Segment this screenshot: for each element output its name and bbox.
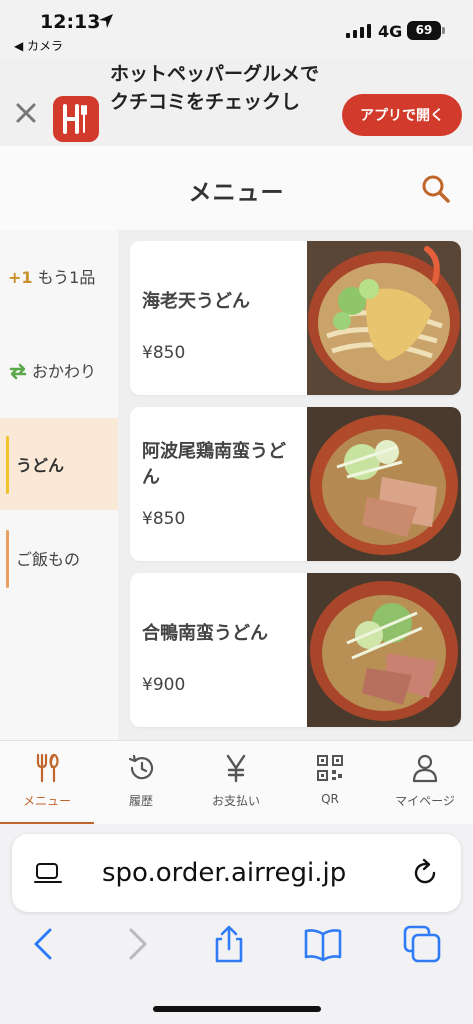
category-item-motto[interactable]: +1 もう1品 <box>0 230 118 322</box>
aigamo-nanban-udon-photo <box>307 573 461 727</box>
status-bar: 12:13 ◀ カメラ 4G 69 <box>0 0 473 58</box>
tab-label: QR <box>321 792 339 806</box>
bottom-tab-bar: メニュー 履歴 お支払い QR マイページ <box>0 740 473 825</box>
menu-list: 海老天うどん ¥850 阿波尾鶏南蛮うどん ¥850 合鴨南蛮うどん ¥900 <box>118 230 473 740</box>
refresh-icon <box>9 363 27 380</box>
app-logo-icon <box>53 96 99 142</box>
bookmarks-icon[interactable] <box>303 924 343 964</box>
reload-icon[interactable] <box>410 858 440 888</box>
menu-item-card[interactable]: 阿波尾鶏南蛮うどん ¥850 <box>130 407 461 561</box>
yen-icon <box>226 754 246 783</box>
battery-icon: 69 <box>407 21 441 40</box>
tab-mypage[interactable]: マイページ <box>378 741 472 825</box>
tab-label: マイページ <box>395 794 455 808</box>
awaodori-chicken-nanban-udon-photo <box>307 407 461 561</box>
banner-text-content: ホットペッパーグルメで クチコミをチェックし <box>110 63 320 113</box>
category-item-gohan[interactable]: ご飯もの <box>0 512 118 604</box>
menu-item-name: 阿波尾鶏南蛮うどん <box>142 441 286 488</box>
menu-item-card[interactable]: 海老天うどん ¥850 <box>130 241 461 395</box>
app-banner: ホットペッパーグルメで クチコミをチェックし アプリで開く <box>0 58 473 146</box>
network-type: 4G <box>378 22 403 41</box>
plus-one-icon: +1 <box>8 268 33 287</box>
category-label: ご飯もの <box>16 550 81 569</box>
url-text: spo.order.airregi.jp <box>102 858 347 888</box>
category-item-udon[interactable]: うどん <box>0 418 118 510</box>
menu-item-price: ¥850 <box>142 509 186 529</box>
history-icon <box>128 754 154 780</box>
back-arrow-icon[interactable] <box>24 924 64 964</box>
location-arrow-icon <box>99 14 113 28</box>
close-icon[interactable] <box>15 102 37 124</box>
tab-label: お支払い <box>211 794 260 808</box>
page-header: メニュー <box>0 146 473 230</box>
menu-item-price: ¥900 <box>142 675 186 695</box>
category-label: +1 もう1品 <box>8 264 95 288</box>
tab-qr[interactable]: QR <box>283 741 377 825</box>
signal-icon <box>346 24 371 38</box>
tab-label: 履歴 <box>128 794 153 808</box>
page-title: メニュー <box>188 180 285 206</box>
active-indicator <box>6 436 9 494</box>
tab-label: メニュー <box>22 794 71 808</box>
forward-arrow-icon[interactable] <box>117 924 157 964</box>
open-in-app-button[interactable]: アプリで開く <box>342 94 462 136</box>
category-text: もう1品 <box>37 268 96 287</box>
qr-icon <box>317 755 343 781</box>
category-item-okawari[interactable]: おかわり <box>0 324 118 416</box>
person-icon <box>412 754 438 783</box>
menu-item-card[interactable]: 合鴨南蛮うどん ¥900 <box>130 573 461 727</box>
category-text: おかわり <box>32 362 97 381</box>
share-icon[interactable] <box>209 924 249 964</box>
search-icon[interactable] <box>420 173 452 205</box>
tab-history[interactable]: 履歴 <box>94 741 188 825</box>
category-sidebar: +1 もう1品 おかわり うどん ご飯もの <box>0 230 118 740</box>
tab-payment[interactable]: お支払い <box>189 741 283 825</box>
tabs-icon[interactable] <box>402 924 442 964</box>
menu-item-name: 海老天うどん <box>142 291 250 312</box>
utensils-icon <box>36 753 59 783</box>
browser-chrome: spo.order.airregi.jp <box>0 824 473 1024</box>
category-label: おかわり <box>8 358 96 382</box>
category-label: うどん <box>16 456 65 475</box>
banner-text: ホットペッパーグルメで クチコミをチェックし <box>110 60 320 116</box>
reader-mode-icon[interactable] <box>34 862 62 886</box>
menu-item-price: ¥850 <box>142 343 186 363</box>
home-indicator <box>153 1006 321 1012</box>
menu-item-name: 合鴨南蛮うどん <box>142 623 268 644</box>
battery-cap <box>442 27 445 34</box>
category-indicator <box>6 530 9 588</box>
address-bar[interactable]: spo.order.airregi.jp <box>12 834 461 912</box>
back-to-app-link[interactable]: ◀ カメラ <box>14 37 63 54</box>
tab-menu[interactable]: メニュー <box>0 741 94 825</box>
clock: 12:13 <box>40 11 101 33</box>
ebi-tempura-udon-photo <box>307 241 461 395</box>
